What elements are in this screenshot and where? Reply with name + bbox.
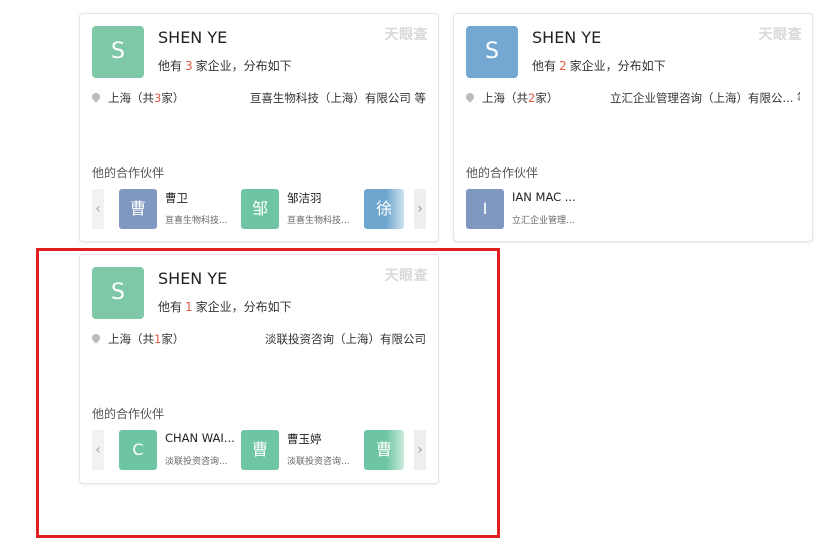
stage: 天眼查 S SHEN YE 他有 3 家企业，分布如下 上海（共3家） 亘喜生物科技…: [0, 0, 830, 552]
company-summary: 他有 2 家企业，分布如下: [532, 57, 666, 74]
partner-item[interactable]: 邹 邹洁羽 亘喜生物科技...: [241, 189, 351, 229]
company-count: 2: [559, 59, 567, 73]
location-pin-icon: [90, 91, 102, 103]
partner-item[interactable]: I IAN MAC ... 立汇企业管理...: [466, 189, 586, 229]
partner-name[interactable]: 曹卫: [165, 190, 188, 206]
watermark-logo: 天眼查: [384, 27, 428, 43]
location-row: 上海（共3家） 亘喜生物科技（上海）有限公司 等: [90, 90, 426, 106]
summary-prefix: 他有: [532, 59, 557, 73]
avatar[interactable]: S: [466, 26, 518, 78]
summary-suffix: 家企业，分布如下: [569, 59, 666, 73]
location-name: 上海: [108, 91, 131, 105]
watermark-logo: 天眼查: [758, 27, 802, 43]
carousel-prev-icon[interactable]: ‹: [92, 189, 104, 229]
partner-avatar[interactable]: 曹: [119, 189, 157, 229]
location-prefix: （共: [505, 91, 528, 105]
partner-section-title: 他的合作伙伴: [466, 166, 539, 180]
location-row: 上海（共2家） 立汇企业管理咨询（上海）有限公... 等: [464, 90, 800, 106]
location-suffix: 家）: [161, 91, 185, 105]
partner-name[interactable]: IAN MAC ...: [512, 190, 576, 204]
partner-carousel: ‹ 曹 曹卫 亘喜生物科技... 邹 邹洁羽 亘喜生物科技... 徐 ›: [92, 189, 426, 229]
company-link[interactable]: 亘喜生物科技（上海）有限公司 等: [250, 90, 426, 106]
partner-avatar-peek[interactable]: 徐: [364, 189, 404, 229]
partner-company: 亘喜生物科技...: [287, 216, 350, 226]
partner-avatar[interactable]: I: [466, 189, 504, 229]
highlight-box: [36, 248, 500, 538]
location-name: 上海: [482, 91, 505, 105]
person-name[interactable]: SHEN YE: [158, 28, 227, 47]
carousel-next-icon[interactable]: ›: [414, 189, 426, 229]
location-pin-icon: [464, 91, 476, 103]
summary-prefix: 他有: [158, 59, 183, 73]
partner-company: 亘喜生物科技...: [165, 216, 228, 226]
partner-carousel: I IAN MAC ... 立汇企业管理...: [466, 189, 800, 229]
company-link[interactable]: 立汇企业管理咨询（上海）有限公... 等: [610, 90, 800, 106]
summary-suffix: 家企业，分布如下: [195, 59, 292, 73]
company-count: 3: [185, 59, 193, 73]
company-summary: 他有 3 家企业，分布如下: [158, 57, 292, 74]
location-prefix: （共: [131, 91, 154, 105]
partner-avatar[interactable]: 邹: [241, 189, 279, 229]
partner-name[interactable]: 邹洁羽: [287, 190, 322, 206]
person-card[interactable]: 天眼查 S SHEN YE 他有 2 家企业，分布如下 上海（共2家） 立汇企业管理…: [453, 13, 813, 242]
partner-item[interactable]: 曹 曹卫 亘喜生物科技...: [119, 189, 229, 229]
partner-section-title: 他的合作伙伴: [92, 166, 165, 180]
person-name[interactable]: SHEN YE: [532, 28, 601, 47]
location-suffix: 家）: [535, 91, 559, 105]
partner-company: 立汇企业管理...: [512, 216, 575, 226]
person-card[interactable]: 天眼查 S SHEN YE 他有 3 家企业，分布如下 上海（共3家） 亘喜生物科技…: [79, 13, 439, 242]
avatar[interactable]: S: [92, 26, 144, 78]
